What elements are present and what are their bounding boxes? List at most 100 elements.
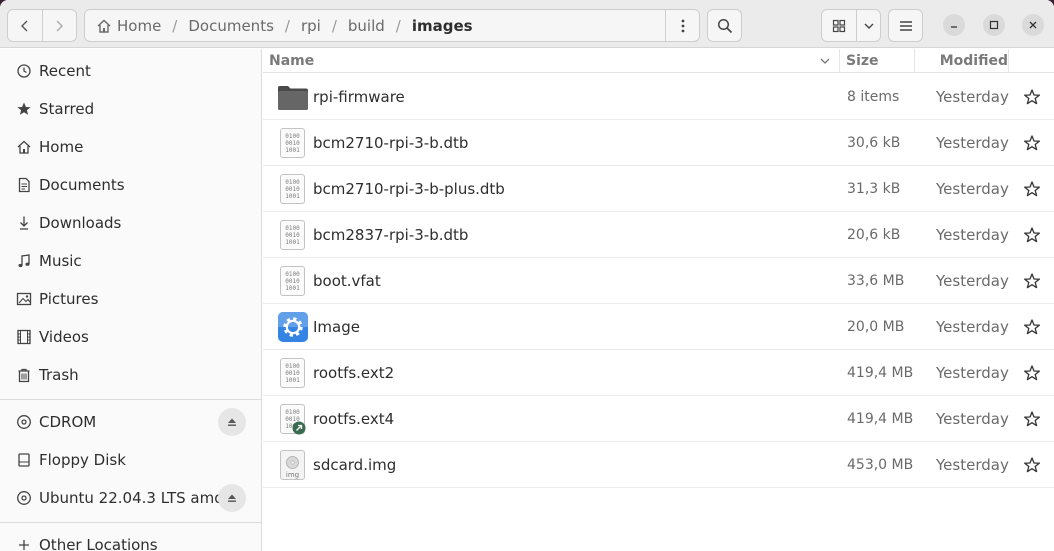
file-row[interactable]: Image 20,0 MB Yesterday bbox=[263, 304, 1054, 350]
path-menu-button[interactable] bbox=[665, 10, 699, 41]
sidebar-item-music[interactable]: Music bbox=[0, 242, 261, 280]
maximize-button[interactable] bbox=[983, 14, 1005, 36]
sidebar-item-pictures[interactable]: Pictures bbox=[0, 280, 261, 318]
sidebar: Recent Starred Home Documents Downloads … bbox=[0, 49, 262, 551]
file-modified: Yesterday bbox=[936, 134, 1009, 152]
sidebar-divider bbox=[0, 522, 261, 523]
star-outline-icon[interactable] bbox=[1023, 272, 1041, 290]
file-name: bcm2710-rpi-3-b-plus.dtb bbox=[313, 180, 505, 198]
column-name[interactable]: Name bbox=[269, 49, 839, 73]
binary-file-icon: 0100 0010 1001 bbox=[277, 173, 309, 205]
search-button[interactable] bbox=[707, 9, 742, 42]
close-button[interactable] bbox=[1022, 14, 1044, 36]
sidebar-item-home[interactable]: Home bbox=[0, 128, 261, 166]
forward-button[interactable] bbox=[41, 10, 77, 41]
file-row[interactable]: img sdcard.img 453,0 MB Yesterday bbox=[263, 442, 1054, 488]
sidebar-item-trash[interactable]: Trash bbox=[0, 356, 261, 394]
file-row[interactable]: 0100 0010 1001 bcm2710-rpi-3-b-plus.dtb 31… bbox=[263, 166, 1054, 212]
download-icon bbox=[15, 214, 33, 232]
file-modified: Yesterday bbox=[936, 272, 1009, 290]
eject-button[interactable] bbox=[218, 408, 246, 436]
view-switcher bbox=[821, 9, 881, 42]
star-outline-icon[interactable] bbox=[1023, 456, 1041, 474]
file-row[interactable]: 0100 0010 1001 bcm2837-rpi-3-b.dtb 20,6 kB… bbox=[263, 212, 1054, 258]
file-name: bcm2710-rpi-3-b.dtb bbox=[313, 134, 469, 152]
star-outline-icon[interactable] bbox=[1023, 364, 1041, 382]
file-size: 419,4 MB bbox=[847, 365, 914, 381]
disk-image-icon: img bbox=[277, 449, 309, 481]
eject-icon bbox=[228, 418, 236, 426]
binary-file-icon: 0100 0010 1001 bbox=[277, 127, 309, 159]
breadcrumb-build[interactable]: build bbox=[348, 17, 385, 35]
main-menu-button[interactable] bbox=[888, 9, 923, 42]
pictures-icon bbox=[15, 290, 33, 308]
minimize-button[interactable] bbox=[943, 14, 965, 36]
file-row[interactable]: 0100 0010 1001 boot.vfat 33,6 MB Yesterday bbox=[263, 258, 1054, 304]
star-outline-icon[interactable] bbox=[1023, 180, 1041, 198]
sidebar-item-other-locations[interactable]: Other Locations bbox=[0, 526, 261, 551]
breadcrumb-rpi[interactable]: rpi bbox=[301, 17, 321, 35]
sidebar-item-recent[interactable]: Recent bbox=[0, 52, 261, 90]
maximize-icon bbox=[989, 20, 999, 30]
sidebar-item-label: Floppy Disk bbox=[39, 451, 126, 469]
column-size-label: Size bbox=[846, 53, 879, 69]
binary-file-icon: 0100 0010 1001 bbox=[277, 265, 309, 297]
home-icon bbox=[97, 19, 111, 33]
sidebar-item-label: Music bbox=[39, 252, 82, 270]
sidebar-item-ubuntu[interactable]: Ubuntu 22.04.3 LTS amd64 bbox=[0, 479, 261, 517]
file-list: Name Size Modified rpi-firmware 8 items … bbox=[263, 49, 1054, 551]
file-size: 419,4 MB bbox=[847, 411, 914, 427]
sidebar-item-videos[interactable]: Videos bbox=[0, 318, 261, 356]
sidebar-item-documents[interactable]: Documents bbox=[0, 166, 261, 204]
file-size: 8 items bbox=[847, 89, 900, 105]
breadcrumb-current[interactable]: images bbox=[412, 17, 473, 35]
header-bar: Home / Documents / rpi / build / images bbox=[0, 0, 1054, 48]
symlink-arrow-icon bbox=[292, 421, 306, 435]
document-icon bbox=[15, 176, 33, 194]
file-modified: Yesterday bbox=[936, 180, 1009, 198]
star-outline-icon[interactable] bbox=[1023, 88, 1041, 106]
sidebar-divider bbox=[0, 399, 261, 400]
trash-icon bbox=[15, 366, 33, 384]
drive-icon bbox=[15, 451, 33, 469]
eject-button[interactable] bbox=[218, 484, 246, 512]
sidebar-item-label: Recent bbox=[39, 62, 91, 80]
star-outline-icon[interactable] bbox=[1023, 410, 1041, 428]
file-row[interactable]: 0100 0010 1001 rootfs.ext4 419,4 MB Yester… bbox=[263, 396, 1054, 442]
star-outline-icon[interactable] bbox=[1023, 226, 1041, 244]
binary-file-icon: 0100 0010 1001 bbox=[277, 403, 309, 435]
kebab-menu-icon bbox=[681, 19, 684, 32]
file-row[interactable]: 0100 0010 1001 bcm2710-rpi-3-b.dtb 30,6 kB… bbox=[263, 120, 1054, 166]
file-modified: Yesterday bbox=[936, 318, 1009, 336]
star-outline-icon[interactable] bbox=[1023, 318, 1041, 336]
file-manager-window: Home / Documents / rpi / build / images bbox=[0, 0, 1054, 551]
file-modified: Yesterday bbox=[936, 88, 1009, 106]
hamburger-menu-icon bbox=[899, 20, 912, 31]
sidebar-item-label: Downloads bbox=[39, 214, 122, 232]
back-button[interactable] bbox=[8, 10, 42, 41]
file-modified: Yesterday bbox=[936, 226, 1009, 244]
sidebar-item-label: Pictures bbox=[39, 290, 99, 308]
column-size[interactable]: Size bbox=[846, 49, 914, 73]
file-modified: Yesterday bbox=[936, 364, 1009, 382]
file-size: 20,0 MB bbox=[847, 319, 905, 335]
videos-icon bbox=[15, 328, 33, 346]
file-row[interactable]: 0100 0010 1001 rootfs.ext2 419,4 MB Yester… bbox=[263, 350, 1054, 396]
sidebar-item-downloads[interactable]: Downloads bbox=[0, 204, 261, 242]
column-modified[interactable]: Modified bbox=[915, 49, 1008, 73]
sidebar-item-label: Videos bbox=[39, 328, 89, 346]
sidebar-item-cdrom[interactable]: CDROM bbox=[0, 403, 261, 441]
file-row[interactable]: rpi-firmware 8 items Yesterday bbox=[263, 74, 1054, 120]
sidebar-item-floppy-disk[interactable]: Floppy Disk bbox=[0, 441, 261, 479]
view-options-button[interactable] bbox=[856, 10, 880, 41]
star-outline-icon[interactable] bbox=[1023, 134, 1041, 152]
sort-chevron-down-icon bbox=[820, 58, 830, 64]
column-divider bbox=[1008, 49, 1009, 73]
breadcrumb-documents[interactable]: Documents bbox=[188, 17, 274, 35]
breadcrumb-home[interactable]: Home bbox=[117, 17, 161, 35]
grid-view-button[interactable] bbox=[822, 10, 856, 41]
breadcrumb-separator: / bbox=[331, 16, 337, 35]
binary-file-icon: 0100 0010 1001 bbox=[277, 357, 309, 389]
sidebar-item-label: Documents bbox=[39, 176, 125, 194]
sidebar-item-starred[interactable]: Starred bbox=[0, 90, 261, 128]
